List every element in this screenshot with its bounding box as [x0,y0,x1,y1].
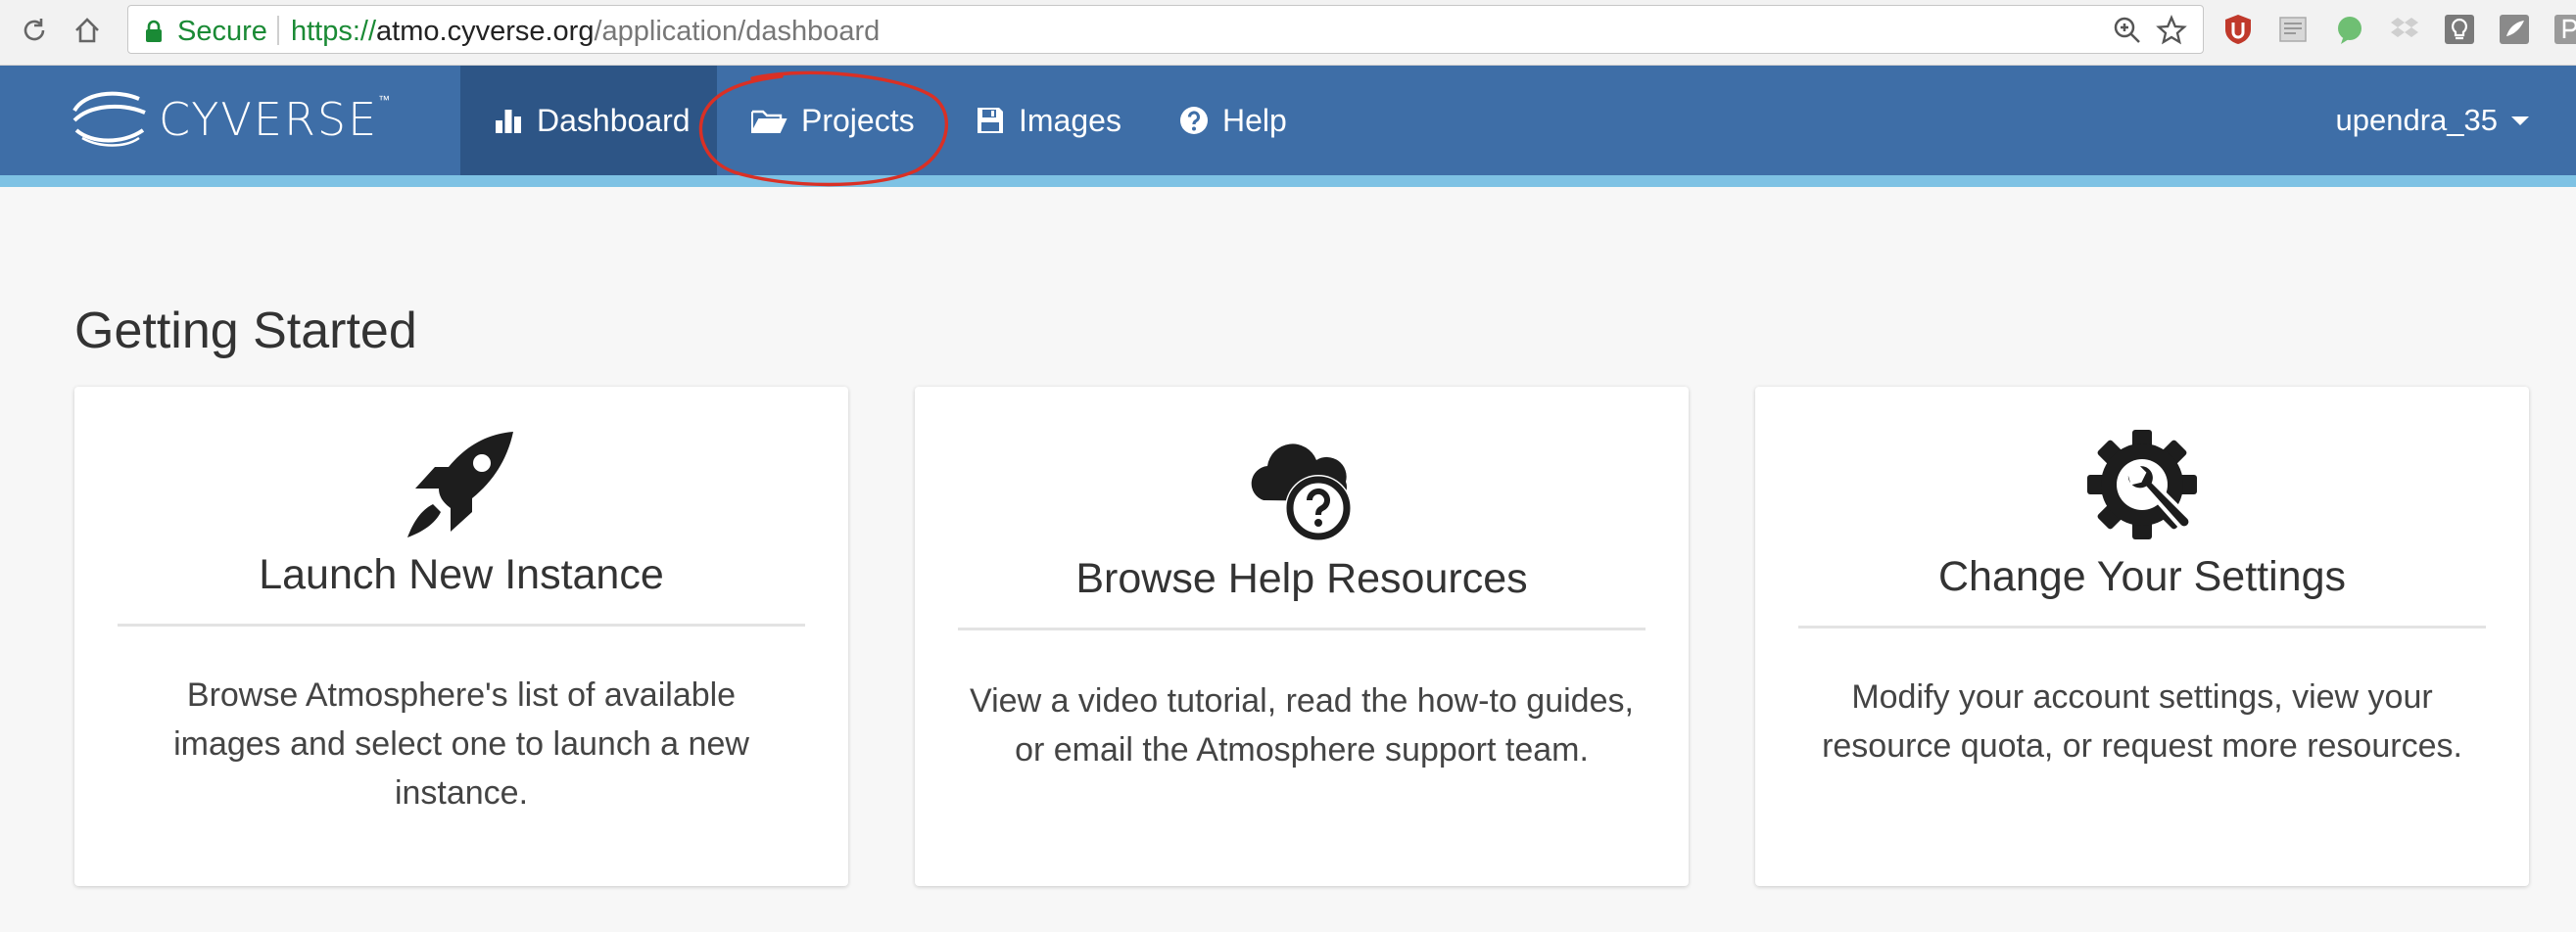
caret-down-icon [2511,116,2529,125]
browser-toolbar: Secure https://atmo.cyverse.org/applicat… [0,0,2576,66]
nav-projects-label: Projects [801,102,915,138]
question-circle-icon [1180,107,1208,134]
card-description: Browse Atmosphere's list of available im… [114,671,809,817]
url-path: /application/dashboard [594,16,881,47]
url-scheme: https:// [291,16,377,47]
secure-label: Secure [177,16,267,47]
card-launch-instance[interactable]: Launch New Instance Browse Atmosphere's … [74,387,848,886]
card-change-settings[interactable]: Change Your Settings Modify your account… [1755,387,2529,886]
url-host: atmo.cyverse.org [376,16,595,47]
chat-extension-icon[interactable] [2333,13,2366,46]
nav-projects[interactable]: Projects [717,66,942,175]
card-description: View a video tutorial, read the how-to g… [954,676,1649,774]
card-title: Browse Help Resources [1075,555,1528,602]
nav-accent-stripe [0,175,2576,187]
lightbulb-extension-icon[interactable] [2443,13,2476,46]
card-desc-line: Modify your account settings, view your [1851,678,2433,716]
address-bar[interactable]: Secure https://atmo.cyverse.org/applicat… [127,5,2204,54]
reload-icon[interactable] [20,16,49,45]
card-desc-line: resource quota, or request more resource… [1822,727,2462,765]
card-desc-line: or email the Atmosphere support team. [1015,731,1589,769]
nav-dashboard-label: Dashboard [537,102,691,138]
rocket-icon [407,432,513,537]
user-menu[interactable]: upendra_35 [2335,66,2529,175]
reader-extension-icon[interactable] [2276,13,2310,46]
card-desc-line: images and select one to launch a new [173,725,749,763]
floppy-disk-icon [978,108,1003,133]
page-title: Getting Started [74,303,417,359]
ublock-extension-icon[interactable] [2221,13,2255,46]
brand-name: CYVERSE™ [159,93,392,146]
card-divider [958,628,1646,630]
address-separator [277,16,279,45]
nav-help[interactable]: Help [1146,66,1322,175]
home-icon[interactable] [72,16,102,45]
card-divider [118,624,805,627]
brand-name-text: CYVERSE [159,93,379,146]
bar-chart-icon [496,110,521,133]
notes-extension-icon[interactable] [2498,13,2531,46]
nav-images[interactable]: Images [942,66,1160,175]
bookmark-star-icon[interactable] [2156,15,2187,46]
card-description: Modify your account settings, view your … [1794,673,2490,770]
card-desc-line: instance. [394,774,529,812]
lock-icon [146,20,162,42]
nav-dashboard[interactable]: Dashboard [460,66,717,175]
gear-wrench-icon [2087,430,2197,539]
folder-open-icon [751,110,787,133]
card-title: Change Your Settings [1938,553,2346,600]
nav-help-label: Help [1222,102,1287,138]
card-divider [1798,626,2486,629]
cloud-question-icon [1251,443,1352,541]
card-help-resources[interactable]: Browse Help Resources View a video tutor… [915,387,1689,886]
username: upendra_35 [2335,103,2499,137]
trademark-mark: ™ [378,93,393,107]
card-desc-line: Browse Atmosphere's list of available [186,676,737,714]
zoom-icon[interactable] [2113,16,2142,45]
dropbox-extension-icon[interactable] [2388,13,2421,46]
url-text[interactable]: https://atmo.cyverse.org/application/das… [291,16,880,48]
card-desc-line: View a video tutorial, read the how-to g… [970,682,1634,720]
pocket-extension-icon[interactable] [2552,13,2576,46]
app-navbar: CYVERSE™ Dashboard Projects Images Help … [0,66,2576,175]
cyverse-swirl-icon [72,91,146,147]
nav-images-label: Images [1019,102,1121,138]
card-title: Launch New Instance [259,551,664,598]
